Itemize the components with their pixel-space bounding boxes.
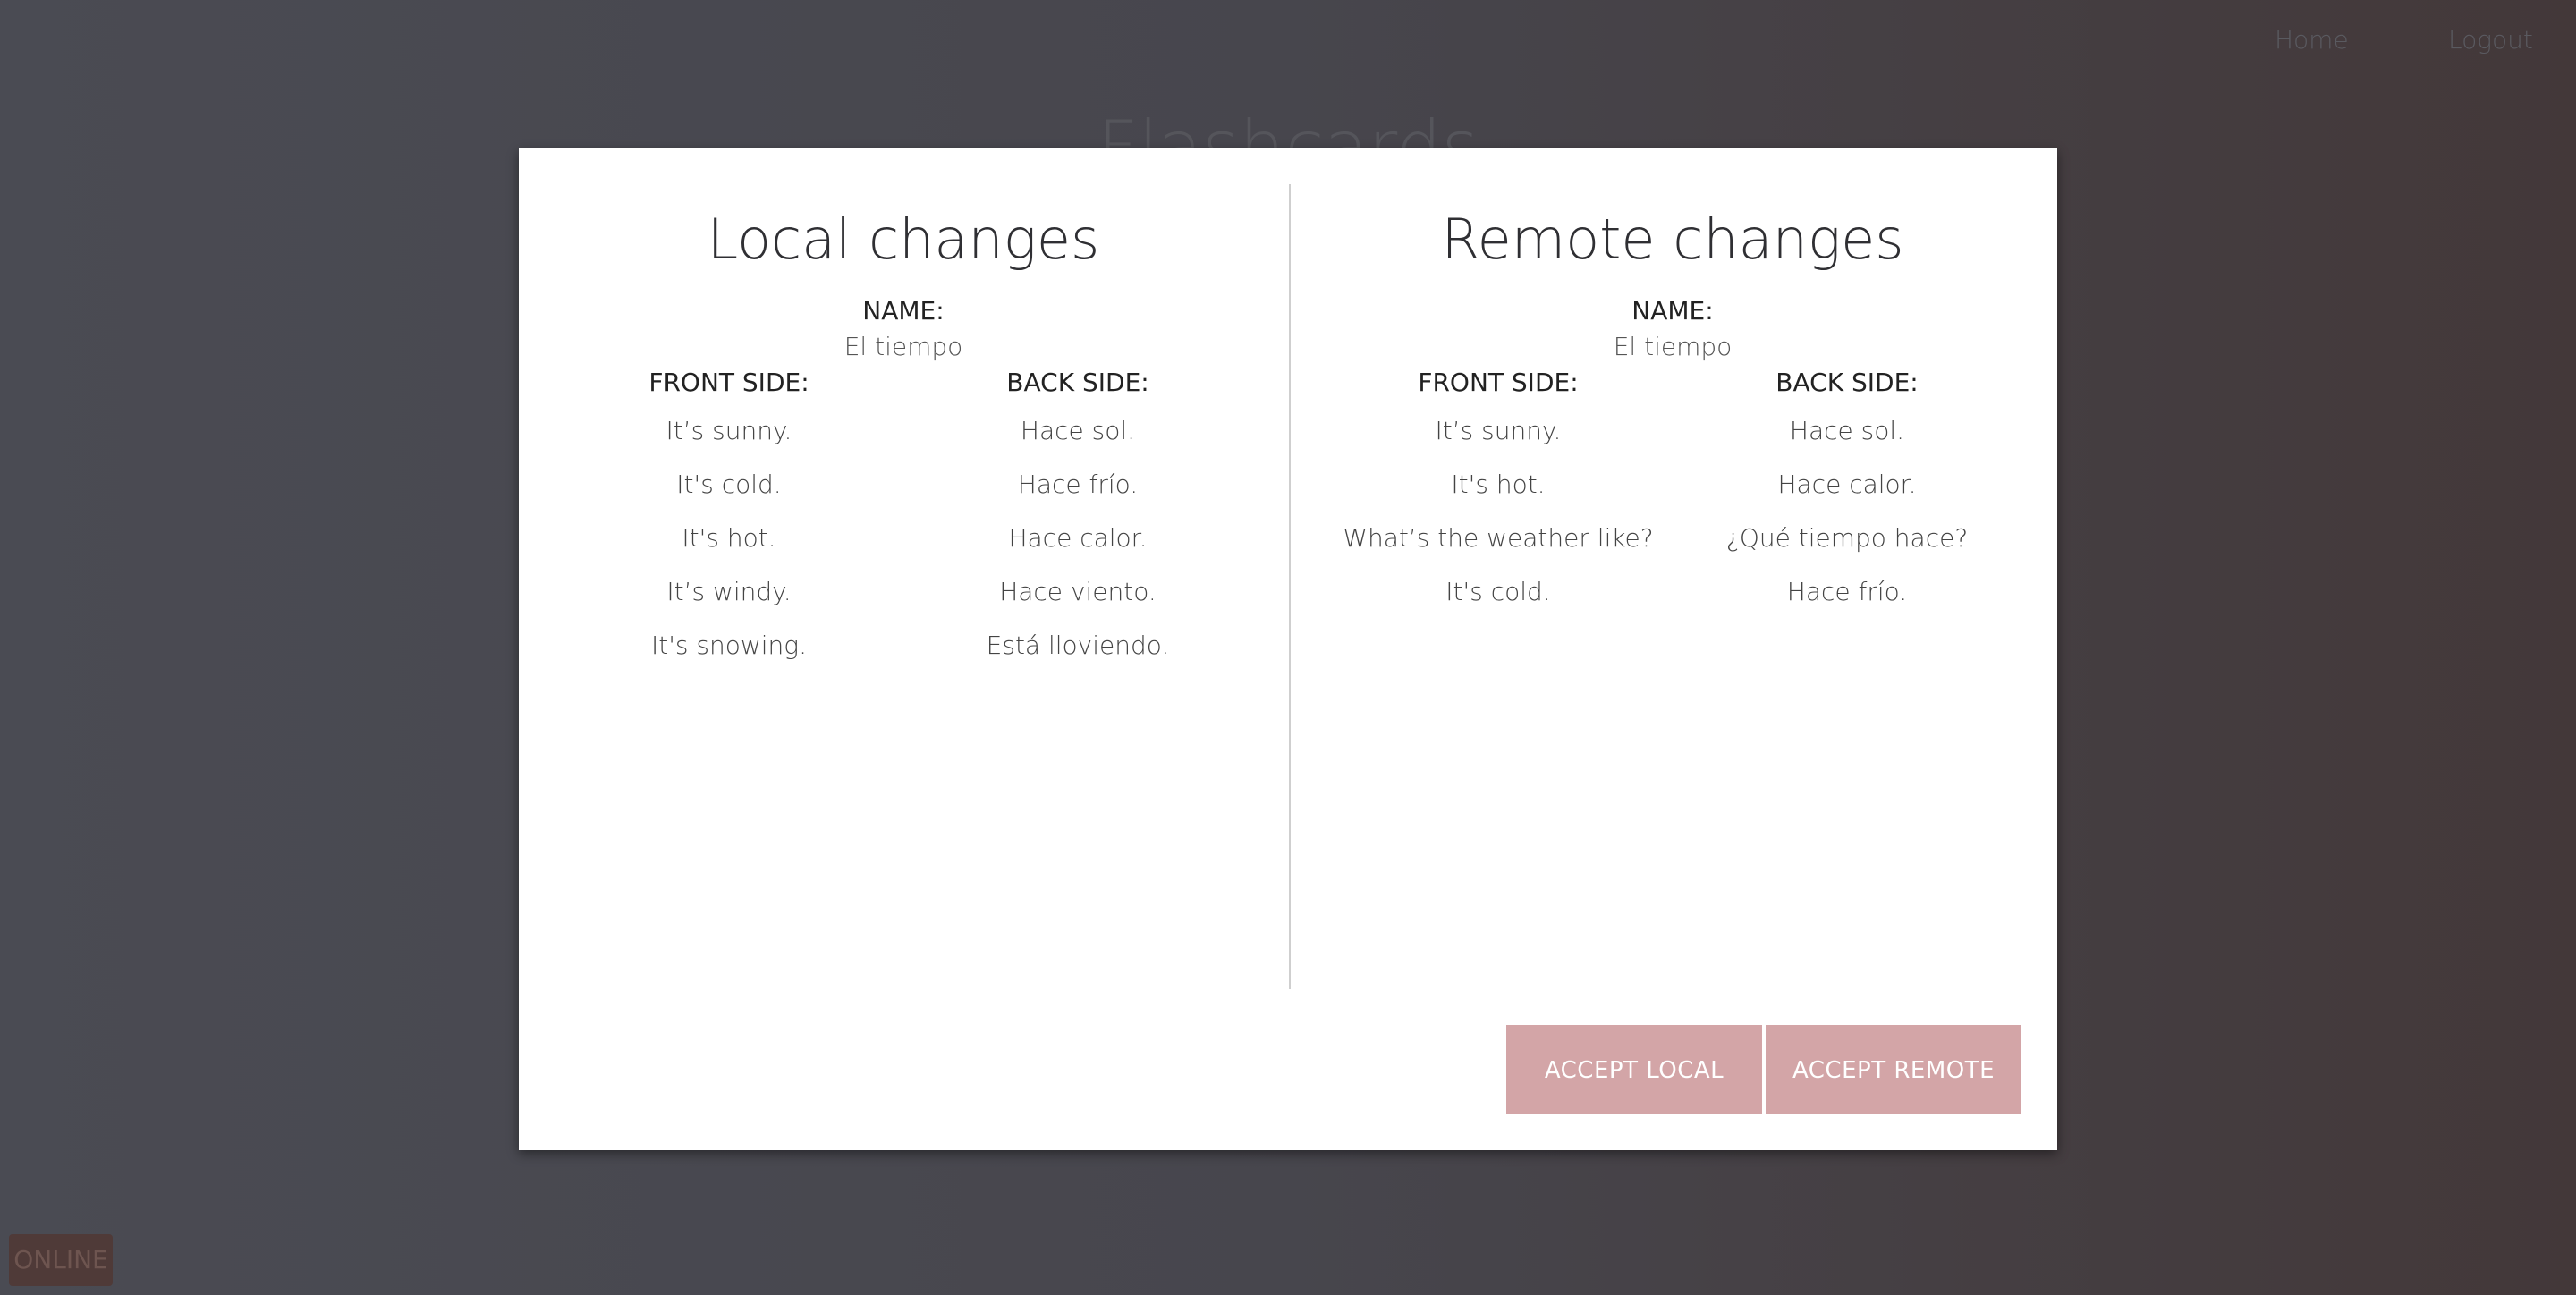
local-back-cell: Hace viento. [999, 577, 1157, 606]
nav-home-link[interactable]: Home [2275, 25, 2349, 55]
local-name-label: NAME: [862, 296, 945, 326]
remote-name-label: NAME: [1631, 296, 1714, 326]
remote-front-cell: What’s the weather like? [1343, 523, 1654, 553]
local-back-header: BACK SIDE: [1006, 368, 1149, 397]
remote-back-cell: Hace calor. [1777, 470, 1917, 499]
local-front-cell: It’s windy. [666, 577, 792, 606]
remote-front-column: FRONT SIDE: It’s sunny. It's hot. What’s… [1324, 367, 1673, 619]
nav-logout-link[interactable]: Logout [2448, 25, 2533, 55]
local-front-cell: It's hot. [682, 523, 776, 553]
local-changes-title: Local changes [707, 207, 1100, 272]
local-front-cell: It’s sunny. [665, 416, 792, 445]
local-back-column: BACK SIDE: Hace sol. Hace frío. Hace cal… [903, 367, 1252, 673]
local-name-value: El tiempo [843, 332, 963, 361]
local-cards-table: FRONT SIDE: It’s sunny. It's cold. It's … [537, 367, 1270, 673]
remote-back-cell: ¿Qué tiempo hace? [1725, 523, 1969, 553]
local-front-column: FRONT SIDE: It’s sunny. It's cold. It's … [555, 367, 903, 673]
panel-divider [1289, 184, 1291, 989]
remote-front-header: FRONT SIDE: [1418, 368, 1579, 397]
remote-cards-table: FRONT SIDE: It’s sunny. It's hot. What’s… [1306, 367, 2039, 619]
remote-front-cell: It’s sunny. [1435, 416, 1562, 445]
remote-back-cell: Hace sol. [1789, 416, 1905, 445]
conflict-modal: Local changes NAME: El tiempo FRONT SIDE… [519, 148, 2057, 1150]
remote-front-cell: It's cold. [1445, 577, 1551, 606]
accept-local-button[interactable]: ACCEPT LOCAL [1506, 1025, 1762, 1114]
remote-changes-panel: Remote changes NAME: El tiempo FRONT SID… [1306, 148, 2039, 619]
local-back-cell: Hace sol. [1020, 416, 1136, 445]
local-front-cell: It's cold. [676, 470, 782, 499]
local-back-cell: Está lloviendo. [986, 631, 1170, 660]
remote-name-value: El tiempo [1613, 332, 1733, 361]
local-back-cell: Hace calor. [1008, 523, 1148, 553]
accept-remote-button[interactable]: ACCEPT REMOTE [1766, 1025, 2021, 1114]
remote-changes-title: Remote changes [1441, 207, 1904, 272]
remote-front-cell: It's hot. [1451, 470, 1546, 499]
local-back-cell: Hace frío. [1017, 470, 1139, 499]
local-front-header: FRONT SIDE: [648, 368, 809, 397]
remote-back-cell: Hace frío. [1786, 577, 1908, 606]
local-changes-panel: Local changes NAME: El tiempo FRONT SIDE… [537, 148, 1270, 673]
online-status-badge: ONLINE [9, 1234, 113, 1286]
remote-back-header: BACK SIDE: [1775, 368, 1919, 397]
remote-back-column: BACK SIDE: Hace sol. Hace calor. ¿Qué ti… [1673, 367, 2021, 619]
local-front-cell: It's snowing. [650, 631, 807, 660]
